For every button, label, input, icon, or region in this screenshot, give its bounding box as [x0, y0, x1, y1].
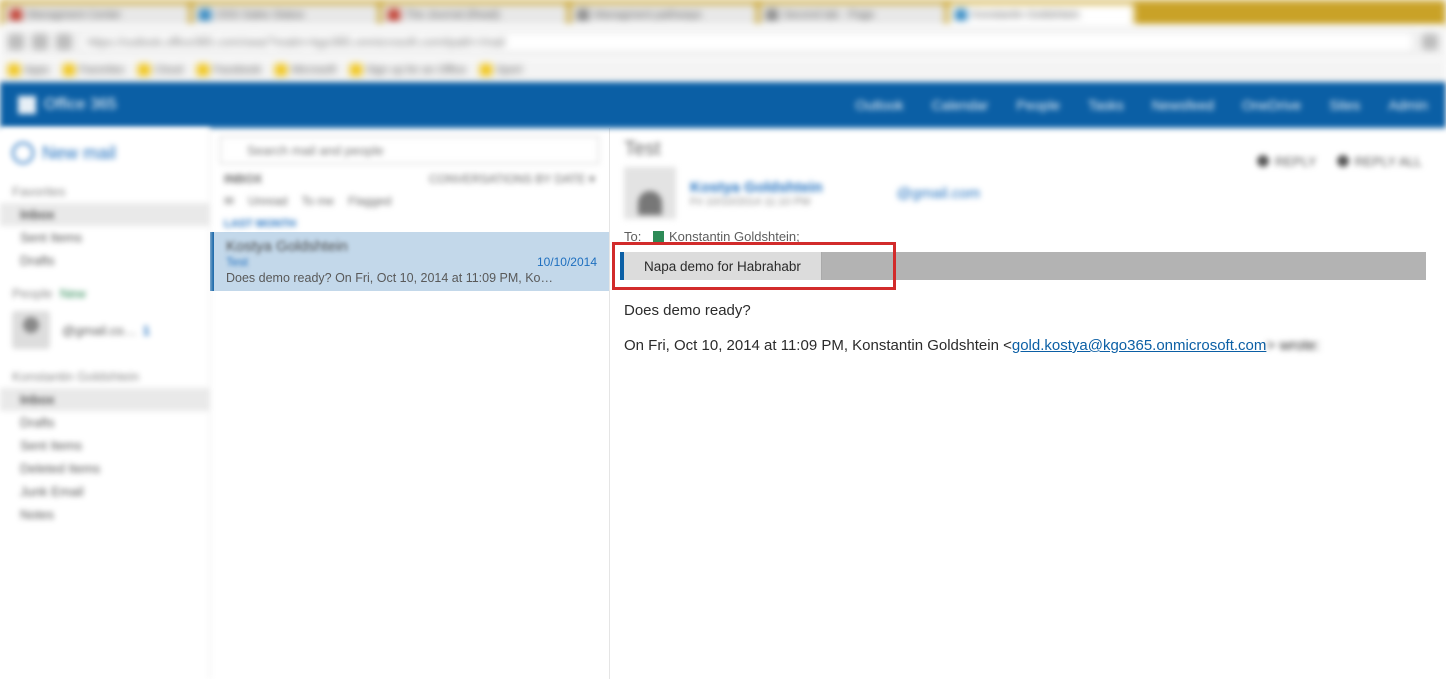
avatar[interactable]	[12, 311, 50, 349]
nav-newsfeed[interactable]: Newsfeed	[1152, 97, 1214, 113]
sender-block: Kostya Goldshtein Fri 10/10/2014 11:10 P…	[624, 167, 1426, 219]
recipients-row: To: Konstantin Goldshtein;	[624, 229, 1426, 244]
message-date: 10/10/2014	[537, 255, 597, 269]
forward-icon[interactable]	[32, 34, 48, 50]
quoted-email-link[interactable]: gold.kostya@kgo365.onmicrosoft.com	[1012, 337, 1267, 354]
sidebar-item-sent[interactable]: Sent Items	[0, 226, 209, 249]
message-subject: Test	[226, 255, 248, 269]
bookmarks-bar: Apps Favorites Cloud Facebook Microsoft …	[0, 58, 1446, 82]
addin-bar: Napa demo for Habrahabr	[620, 252, 1426, 280]
sidebar-folder-inbox[interactable]: Inbox	[0, 388, 209, 411]
list-header: INBOX CONVERSATIONS BY DATE ▾	[210, 170, 609, 192]
browser-chrome: Managment Center OSS Sales Status The Jo…	[0, 0, 1446, 82]
nav-tasks[interactable]: Tasks	[1088, 97, 1124, 113]
new-mail-label: New mail	[42, 143, 116, 164]
browser-tab[interactable]: OSS Sales Status	[193, 4, 378, 26]
bookmark-item[interactable]: Microsoft	[275, 64, 336, 76]
recipient-name[interactable]: Konstantin Goldshtein;	[669, 229, 800, 244]
browser-tab-active[interactable]: Konstantin Goldshtein	[949, 4, 1134, 26]
sidebar-folder-notes[interactable]: Notes	[0, 503, 209, 526]
message-body: Does demo ready? On Fri, Oct 10, 2014 at…	[624, 302, 1426, 354]
browser-tab[interactable]: Second tab · Page	[760, 4, 945, 26]
menu-icon[interactable]	[1422, 34, 1438, 50]
sidebar-folder-junk[interactable]: Junk Email	[0, 480, 209, 503]
brand-label: Office 365	[44, 96, 117, 114]
sidebar-item-inbox[interactable]: Inbox	[0, 203, 209, 226]
new-mail-button[interactable]: New mail	[0, 136, 209, 170]
sidebar-folder-deleted[interactable]: Deleted Items	[0, 457, 209, 480]
unread-badge: 1	[143, 323, 150, 338]
nav-sites[interactable]: Sites	[1329, 97, 1360, 113]
bookmark-item[interactable]: Cloud	[138, 64, 183, 76]
grid-icon	[18, 96, 36, 114]
quoted-header: On Fri, Oct 10, 2014 at 11:09 PM, Konsta…	[624, 337, 1426, 354]
nav-calendar[interactable]: Calendar	[932, 97, 989, 113]
contact-email[interactable]: @gmail.co…	[62, 323, 137, 338]
addin-bar-wrapper: Napa demo for Habrahabr	[620, 252, 1426, 280]
sidebar-account-title[interactable]: Konstantin Goldshtein	[0, 365, 209, 388]
bookmark-item[interactable]: Sport	[480, 64, 522, 76]
o365-logo[interactable]: Office 365	[18, 96, 117, 114]
sidebar: New mail Favorites Inbox Sent Items Draf…	[0, 128, 210, 679]
bookmark-item[interactable]: Sign up for an Office	[350, 64, 466, 76]
addin-tab-napa[interactable]: Napa demo for Habrahabr	[620, 252, 822, 280]
nav-admin[interactable]: Admin	[1388, 97, 1428, 113]
presence-icon	[653, 231, 664, 242]
search-box	[220, 136, 599, 164]
sender-timestamp: Fri 10/10/2014 11:10 PM	[690, 196, 823, 208]
sort-label[interactable]: CONVERSATIONS BY DATE ▾	[429, 172, 595, 186]
sender-name[interactable]: Kostya Goldshtein	[690, 179, 823, 196]
bookmark-item[interactable]: Apps	[8, 64, 49, 76]
filter-flagged[interactable]: Flagged	[348, 194, 391, 208]
sidebar-folder-sent[interactable]: Sent Items	[0, 434, 209, 457]
folder-label: INBOX	[224, 172, 262, 186]
sidebar-folder-drafts[interactable]: Drafts	[0, 411, 209, 434]
to-label: To:	[624, 229, 641, 244]
message-from: Kostya Goldshtein	[226, 238, 597, 255]
sender-email[interactable]: @gmail.com	[897, 185, 981, 202]
nav-people[interactable]: People	[1016, 97, 1060, 113]
filter-all-icon[interactable]: ✉	[224, 194, 234, 208]
sidebar-favorites-title[interactable]: Favorites	[0, 180, 209, 203]
sidebar-item-drafts[interactable]: Drafts	[0, 249, 209, 272]
message-preview: Does demo ready? On Fri, Oct 10, 2014 at…	[226, 271, 597, 285]
filter-tome[interactable]: To me	[301, 194, 334, 208]
filter-unread[interactable]: Unread	[248, 194, 287, 208]
sidebar-people-title[interactable]: People New	[0, 282, 209, 305]
url-input[interactable]: https://outlook.office365.com/owa/?realm…	[80, 31, 1414, 53]
nav-onedrive[interactable]: OneDrive	[1242, 97, 1301, 113]
plus-icon	[12, 142, 34, 164]
message-list-item[interactable]: Kostya Goldshtein Test 10/10/2014 Does d…	[210, 232, 609, 291]
body-line: Does demo ready?	[624, 302, 1426, 319]
browser-tab[interactable]: The Journal (Read)	[382, 4, 567, 26]
list-section-header: LAST MONTH	[210, 214, 609, 232]
browser-tab[interactable]: Managment Center	[4, 4, 189, 26]
message-list-pane: INBOX CONVERSATIONS BY DATE ▾ ✉ Unread T…	[210, 128, 610, 679]
browser-tab[interactable]: Managment pathways	[571, 4, 756, 26]
app-main: New mail Favorites Inbox Sent Items Draf…	[0, 128, 1446, 679]
list-filters: ✉ Unread To me Flagged	[210, 192, 609, 214]
bookmark-item[interactable]: Favorites	[63, 64, 124, 76]
search-input[interactable]	[220, 136, 599, 164]
reading-pane: Test REPLY REPLY ALL Kostya Goldshtein F…	[610, 128, 1446, 679]
bookmark-item[interactable]: Facebook	[197, 64, 261, 76]
o365-nav: Outlook Calendar People Tasks Newsfeed O…	[855, 97, 1428, 113]
tab-strip: Managment Center OSS Sales Status The Jo…	[0, 0, 1446, 26]
avatar	[624, 167, 676, 219]
nav-outlook[interactable]: Outlook	[855, 97, 903, 113]
address-bar: https://outlook.office365.com/owa/?realm…	[0, 26, 1446, 58]
reload-icon[interactable]	[56, 34, 72, 50]
o365-header: Office 365 Outlook Calendar People Tasks…	[0, 82, 1446, 128]
back-icon[interactable]	[8, 34, 24, 50]
